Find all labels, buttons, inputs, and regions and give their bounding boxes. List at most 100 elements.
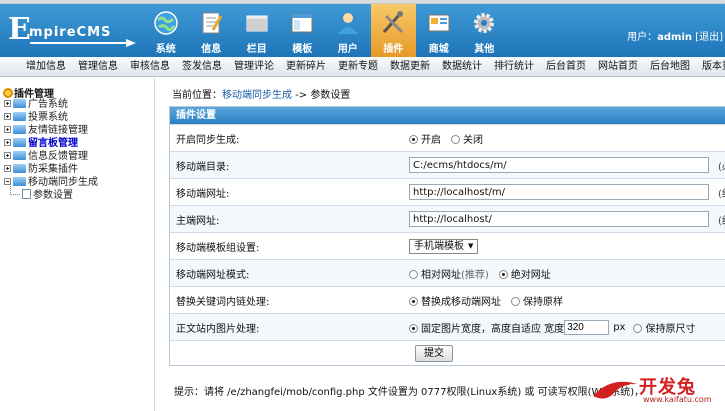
mobile-url-input[interactable] [409, 184, 709, 200]
subnav-admin-map[interactable]: 后台地图 [644, 57, 696, 76]
tree-node-label: 投票系统 [28, 112, 68, 123]
tree-node-links[interactable]: 友情链接管理 [4, 124, 98, 137]
logo-text: mpireCMS [29, 25, 112, 40]
tree-node-anticrawl[interactable]: 防采集插件 [4, 163, 98, 176]
subnav-update-fragments[interactable]: 更新碎片 [280, 57, 332, 76]
sub-nav: 增加信息 管理信息 审核信息 签发信息 管理评论 更新碎片 更新专题 数据更新 … [0, 57, 725, 77]
row-value: 固定图片宽度，高度自适应 宽度 px 保持原尺寸 [409, 319, 725, 335]
mobile-dir-input[interactable] [409, 157, 709, 173]
plugin-tree: 广告系统 投票系统 友情链接管理 留言板管理 信息反馈管理 防采集插件 移动端同… [4, 98, 98, 202]
row-sync: 开启同步生成: 开启 关闭 [170, 124, 725, 151]
radio-icon[interactable] [498, 269, 508, 279]
folder-icon [13, 164, 26, 173]
main-content: 当前位置：移动端同步生成 -> 参数设置 插件设置 开启同步生成: 开启 关闭 … [162, 78, 725, 411]
plugin-gear-icon [3, 88, 13, 98]
top-nav-info[interactable]: 信息 [189, 4, 235, 57]
tree-node-params[interactable]: 参数设置 [4, 183, 98, 202]
tree-node-feedback[interactable]: 信息反馈管理 [4, 150, 98, 163]
plugin-tools-icon [383, 11, 404, 34]
globe-icon [154, 11, 178, 35]
expand-plus-icon[interactable] [4, 113, 11, 120]
subnav-rank-stats[interactable]: 排行统计 [488, 57, 540, 76]
subnav-site-home[interactable]: 网站首页 [592, 57, 644, 76]
row-value: (结 [409, 184, 725, 200]
watermark-url: www.kaifatu.com [643, 395, 712, 404]
user-icon [337, 13, 358, 34]
radio-keep-size[interactable]: 保持原尺寸 [633, 320, 695, 335]
radio-keep-original[interactable]: 保持原样 [511, 293, 563, 308]
expand-plus-icon[interactable] [4, 152, 11, 159]
top-nav-plugin[interactable]: 插件 [370, 4, 416, 57]
expand-plus-icon[interactable] [4, 100, 11, 107]
tree-node-ads[interactable]: 广告系统 [4, 98, 98, 111]
subnav-version-update[interactable]: 版本更新 [696, 57, 725, 76]
radio-icon[interactable] [451, 134, 460, 144]
breadcrumb-link[interactable]: 移动端同步生成 [222, 90, 292, 101]
sidebar: 插件管理 广告系统 投票系统 友情链接管理 留言板管理 信息反馈管理 防采集插件… [0, 78, 155, 411]
row-label: 移动端网址模式: [176, 269, 250, 281]
expand-plus-icon[interactable] [4, 165, 11, 172]
subnav-update-topics[interactable]: 更新专题 [332, 57, 384, 76]
kaifatu-watermark: 开发兔 www.kaifatu.com [591, 368, 725, 411]
subnav-add-info[interactable]: 增加信息 [20, 57, 72, 76]
row-url-mode: 移动端网址模式: 相对网址(推荐) 绝对网址 [170, 259, 725, 286]
breadcrumb-prefix: 当前位置： [172, 90, 222, 101]
radio-label: 保持原尺寸 [645, 323, 696, 335]
radio-icon[interactable] [409, 134, 418, 144]
row-value: 相对网址(推荐) 绝对网址 [409, 266, 725, 281]
top-nav-user[interactable]: 用户 [325, 4, 371, 57]
top-nav: 系统 信息 栏目 模板 用户 插件 商城 其他 [143, 4, 507, 57]
radio-icon[interactable] [511, 296, 520, 306]
radio-absolute-url[interactable]: 绝对网址 [498, 266, 551, 281]
subnav-admin-home[interactable]: 后台首页 [540, 57, 592, 76]
top-nav-label: 其他 [474, 44, 495, 55]
row-label: 移动端目录: [176, 161, 230, 173]
radio-sync-off[interactable]: 关闭 [451, 131, 483, 146]
folder-icon [13, 112, 26, 121]
subnav-review-info[interactable]: 审核信息 [124, 57, 176, 76]
subnav-data-stats[interactable]: 数据统计 [436, 57, 488, 76]
submit-button[interactable]: 提交 [415, 344, 453, 362]
subnav-manage-info[interactable]: 管理信息 [72, 57, 124, 76]
expand-plus-icon[interactable] [4, 139, 11, 146]
top-nav-column[interactable]: 栏目 [234, 4, 280, 57]
logo-letter: E [8, 12, 31, 47]
breadcrumb-sep: -> [292, 90, 311, 101]
template-group-select[interactable]: 手机端模板 ▼ [409, 238, 479, 254]
top-nav-shop[interactable]: 商城 [416, 4, 462, 57]
expand-plus-icon[interactable] [4, 126, 11, 133]
image-width-input[interactable] [564, 319, 610, 335]
row-mobile-dir: 移动端目录: (必 [170, 151, 725, 178]
row-label: 替换关键词内链处理: [176, 296, 270, 308]
radio-icon[interactable] [409, 269, 418, 279]
radio-sync-on[interactable]: 开启 [409, 131, 441, 146]
radio-label: 开启 [421, 134, 441, 146]
tree-node-label: 友情链接管理 [28, 125, 88, 136]
radio-label: 相对网址 [421, 269, 461, 281]
main-url-input[interactable] [409, 211, 709, 227]
folder-icon [13, 99, 26, 108]
top-nav-template[interactable]: 模板 [280, 4, 326, 57]
radio-icon[interactable] [409, 323, 418, 333]
subnav-issue-info[interactable]: 签发信息 [176, 57, 228, 76]
radio-label: 保持原样 [523, 296, 563, 308]
top-nav-label: 系统 [155, 44, 176, 55]
top-nav-other[interactable]: 其他 [462, 4, 508, 57]
page-icon [22, 189, 31, 199]
logo-underline [30, 42, 126, 44]
row-label: 移动端网址: [176, 188, 230, 200]
radio-replace-mobile[interactable]: 替换成移动端网址 [409, 293, 501, 308]
empirecms-logo: E mpireCMS [8, 14, 138, 48]
top-nav-system[interactable]: 系统 [143, 4, 189, 57]
subnav-data-update[interactable]: 数据更新 [384, 57, 436, 76]
subnav-manage-comments[interactable]: 管理评论 [228, 57, 280, 76]
document-icon [202, 12, 223, 34]
radio-relative-url[interactable]: 相对网址(推荐) [409, 266, 489, 281]
tree-node-guestbook[interactable]: 留言板管理 [4, 137, 98, 150]
row-value: 开启 关闭 [409, 131, 725, 146]
logout-link[interactable]: [退出] [695, 32, 723, 43]
radio-fixed-width[interactable]: 固定图片宽度，高度自适应 宽度 [409, 320, 564, 335]
radio-icon[interactable] [409, 296, 418, 306]
radio-icon[interactable] [633, 323, 643, 333]
tree-node-vote[interactable]: 投票系统 [4, 111, 98, 124]
